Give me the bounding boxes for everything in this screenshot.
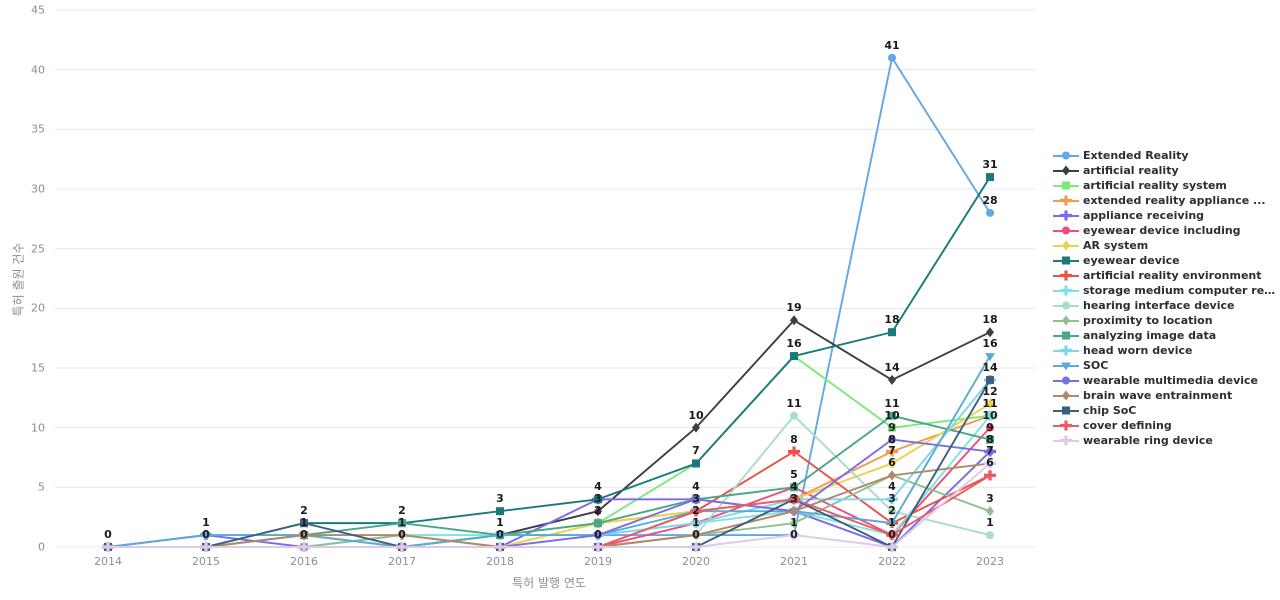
y-tick-45: 45 bbox=[31, 3, 45, 17]
y-axis-title: 특허 출원 건수 bbox=[11, 242, 26, 317]
x-tick-2014: 2014 bbox=[94, 555, 122, 568]
legend-item-9[interactable]: storage medium computer rea... bbox=[1053, 283, 1278, 298]
y-tick-15: 15 bbox=[31, 361, 45, 375]
series-10 bbox=[104, 411, 994, 551]
legend-item-11[interactable]: proximity to location bbox=[1053, 313, 1278, 328]
legend-item-label: SOC bbox=[1083, 359, 1109, 372]
legend-item-label: Extended Reality bbox=[1083, 149, 1189, 162]
series-0 bbox=[104, 53, 994, 551]
legend-item-17[interactable]: chip SoC bbox=[1053, 403, 1278, 418]
legend-item-0[interactable]: Extended Reality bbox=[1053, 148, 1278, 163]
legend-item-1[interactable]: artificial reality bbox=[1053, 163, 1278, 178]
y-tick-10: 10 bbox=[31, 421, 45, 435]
legend-item-label: proximity to location bbox=[1083, 314, 1213, 327]
legend-marker-icon bbox=[1053, 283, 1079, 298]
legend-marker-icon bbox=[1053, 298, 1079, 313]
legend-marker-icon bbox=[1053, 313, 1079, 328]
legend-item-label: eyewear device including bbox=[1083, 224, 1241, 237]
legend-marker-icon bbox=[1053, 268, 1079, 283]
legend-item-13[interactable]: head worn device bbox=[1053, 343, 1278, 358]
y-tick-35: 35 bbox=[31, 122, 45, 136]
legend-item-label: cover defining bbox=[1083, 419, 1172, 432]
legend-marker-icon bbox=[1053, 163, 1079, 178]
legend-item-label: hearing interface device bbox=[1083, 299, 1235, 312]
legend-marker-icon bbox=[1053, 253, 1079, 268]
x-axis-title: 특허 발행 연도 bbox=[512, 576, 586, 590]
legend-item-7[interactable]: eyewear device bbox=[1053, 253, 1278, 268]
legend-item-3[interactable]: extended reality appliance ... bbox=[1053, 193, 1278, 208]
legend-item-18[interactable]: cover defining bbox=[1053, 418, 1278, 433]
legend-marker-icon bbox=[1053, 403, 1079, 418]
legend-item-15[interactable]: wearable multimedia device bbox=[1053, 373, 1278, 388]
legend-marker-icon bbox=[1053, 208, 1079, 223]
x-tick-2021: 2021 bbox=[780, 555, 808, 568]
x-tick-2023: 2023 bbox=[976, 555, 1004, 568]
x-tick-2022: 2022 bbox=[878, 555, 906, 568]
legend-item-label: analyzing image data bbox=[1083, 329, 1217, 342]
series-15 bbox=[104, 435, 994, 551]
legend-item-label: extended reality appliance ... bbox=[1083, 194, 1266, 207]
series-2 bbox=[104, 352, 994, 551]
x-tick-2016: 2016 bbox=[290, 555, 318, 568]
legend-item-16[interactable]: brain wave entrainment bbox=[1053, 388, 1278, 403]
legend-item-5[interactable]: eyewear device including bbox=[1053, 223, 1278, 238]
legend-item-label: storage medium computer rea... bbox=[1083, 284, 1278, 297]
series-7 bbox=[104, 173, 994, 551]
legend-marker-icon bbox=[1053, 418, 1079, 433]
legend-item-4[interactable]: appliance receiving bbox=[1053, 208, 1278, 223]
legend-item-label: head worn device bbox=[1083, 344, 1193, 357]
legend-marker-icon bbox=[1053, 343, 1079, 358]
legend-item-label: artificial reality environment bbox=[1083, 269, 1262, 282]
legend-item-label: eyewear device bbox=[1083, 254, 1180, 267]
legend-item-label: artificial reality bbox=[1083, 164, 1179, 177]
legend-item-2[interactable]: artificial reality system bbox=[1053, 178, 1278, 193]
legend-item-10[interactable]: hearing interface device bbox=[1053, 298, 1278, 313]
x-tick-2017: 2017 bbox=[388, 555, 416, 568]
legend-marker-icon bbox=[1053, 373, 1079, 388]
y-tick-40: 40 bbox=[31, 63, 45, 77]
legend-marker-icon bbox=[1053, 193, 1079, 208]
chart-legend[interactable]: Extended Reality artificial reality artifi… bbox=[1053, 148, 1278, 448]
legend-marker-icon bbox=[1053, 178, 1079, 193]
legend-marker-icon bbox=[1053, 388, 1079, 403]
legend-item-label: wearable ring device bbox=[1083, 434, 1213, 447]
legend-marker-icon bbox=[1053, 433, 1079, 448]
series-1 bbox=[104, 315, 994, 552]
legend-item-6[interactable]: AR system bbox=[1053, 238, 1278, 253]
legend-marker-icon bbox=[1053, 328, 1079, 343]
legend-item-label: chip SoC bbox=[1083, 404, 1137, 417]
legend-item-label: appliance receiving bbox=[1083, 209, 1205, 222]
legend-item-label: AR system bbox=[1083, 239, 1149, 252]
legend-item-label: brain wave entrainment bbox=[1083, 389, 1233, 402]
legend-marker-icon bbox=[1053, 358, 1079, 373]
legend-item-14[interactable]: SOC bbox=[1053, 358, 1278, 373]
y-tick-5: 5 bbox=[38, 480, 45, 494]
x-tick-2020: 2020 bbox=[682, 555, 710, 568]
line-chart: 0 5 10 15 20 25 30 35 40 45 2014 2015 2016 2017 2018 2… bbox=[0, 0, 1280, 600]
legend-item-8[interactable]: artificial reality environment bbox=[1053, 268, 1278, 283]
x-tick-2019: 2019 bbox=[584, 555, 612, 568]
y-tick-0: 0 bbox=[38, 540, 45, 554]
legend-marker-icon bbox=[1053, 223, 1079, 238]
legend-item-label: wearable multimedia device bbox=[1083, 374, 1258, 387]
x-tick-2015: 2015 bbox=[192, 555, 220, 568]
legend-item-19[interactable]: wearable ring device bbox=[1053, 433, 1278, 448]
legend-item-12[interactable]: analyzing image data bbox=[1053, 328, 1278, 343]
legend-marker-icon bbox=[1053, 238, 1079, 253]
legend-marker-icon bbox=[1053, 148, 1079, 163]
y-tick-30: 30 bbox=[31, 182, 45, 196]
x-tick-2018: 2018 bbox=[486, 555, 514, 568]
series-13 bbox=[102, 374, 996, 552]
legend-item-label: artificial reality system bbox=[1083, 179, 1227, 192]
